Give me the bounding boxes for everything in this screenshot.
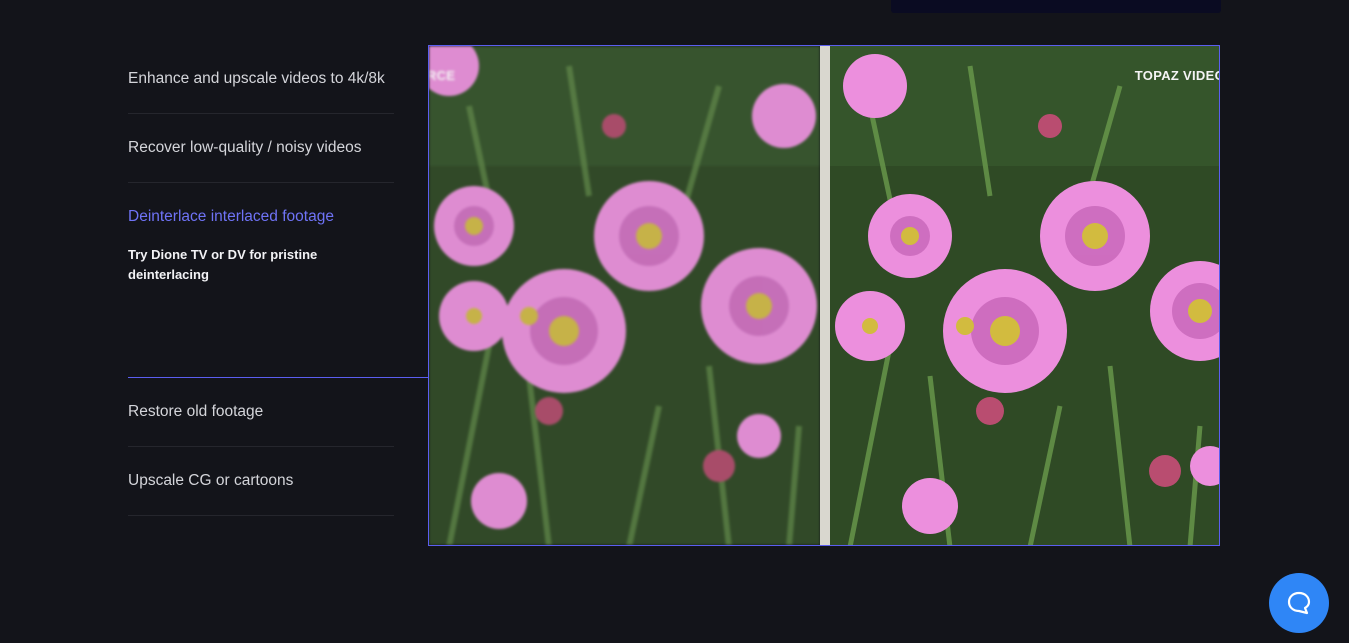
- feature-item-enhance[interactable]: Enhance and upscale videos to 4k/8k: [128, 45, 394, 114]
- source-label: IRCE: [429, 68, 456, 83]
- feature-description: Try Dione TV or DV for pristine deinterl…: [128, 247, 318, 282]
- feature-label: Recover low-quality / noisy videos: [128, 139, 362, 156]
- top-banner-edge: [891, 0, 1221, 13]
- enhanced-video-frame: TOPAZ VIDEO: [830, 46, 1220, 545]
- feature-item-restore[interactable]: Restore old footage: [128, 378, 394, 447]
- flower-image-source: [429, 46, 820, 545]
- feature-label: Enhance and upscale videos to 4k/8k: [128, 70, 385, 87]
- feature-list: Enhance and upscale videos to 4k/8k Reco…: [128, 45, 428, 516]
- feature-item-deinterlace[interactable]: Deinterlace interlaced footage Try Dione…: [128, 183, 428, 378]
- source-video-frame: IRCE: [429, 46, 820, 545]
- feature-label: Restore old footage: [128, 403, 264, 420]
- enhanced-label: TOPAZ VIDEO: [1134, 68, 1220, 83]
- feature-item-recover[interactable]: Recover low-quality / noisy videos: [128, 114, 394, 183]
- chat-button[interactable]: [1269, 573, 1329, 633]
- chat-bubble-icon: [1287, 591, 1311, 615]
- feature-label: Upscale CG or cartoons: [128, 472, 294, 489]
- comparison-slider-handle[interactable]: [820, 46, 830, 545]
- flower-image-enhanced: [830, 46, 1219, 545]
- feature-item-upscale-cg[interactable]: Upscale CG or cartoons: [128, 447, 394, 516]
- before-after-comparison[interactable]: IRCE: [428, 45, 1220, 546]
- feature-label: Deinterlace interlaced footage: [128, 208, 334, 225]
